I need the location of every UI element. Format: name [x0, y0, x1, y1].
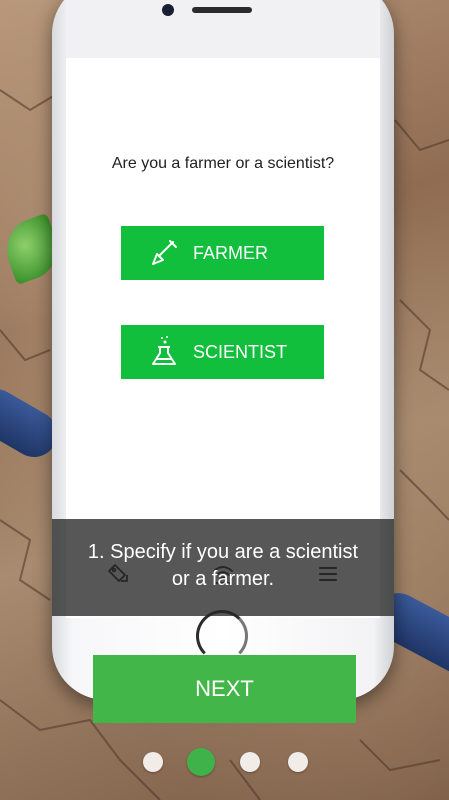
caption-line: 1. Specify if you are a scientist — [87, 541, 359, 563]
next-button[interactable]: NEXT — [93, 655, 356, 723]
page-dot[interactable] — [143, 752, 163, 772]
caption-line: or a farmer. — [171, 568, 275, 590]
farmer-label: FARMER — [193, 242, 269, 263]
page-dot[interactable] — [288, 752, 308, 772]
scientist-label: SCIENTIST — [193, 341, 288, 362]
scientist-button[interactable]: SCIENTIST — [121, 325, 324, 379]
farmer-button[interactable]: FARMER — [121, 226, 324, 280]
page-dot[interactable] — [240, 752, 260, 772]
phone-camera — [162, 4, 174, 16]
tutorial-caption: 1. Specify if you are a scientist or a f… — [52, 519, 394, 616]
shovel-icon — [152, 240, 177, 265]
flask-icon — [152, 336, 176, 365]
page-indicator — [0, 748, 449, 776]
onboarding-screen: Are you a farmer or a scientist? FARMER — [0, 0, 449, 800]
phone-speaker — [192, 7, 252, 13]
page-dot-active[interactable] — [187, 748, 215, 776]
question-text: Are you a farmer or a scientist? — [111, 155, 335, 172]
